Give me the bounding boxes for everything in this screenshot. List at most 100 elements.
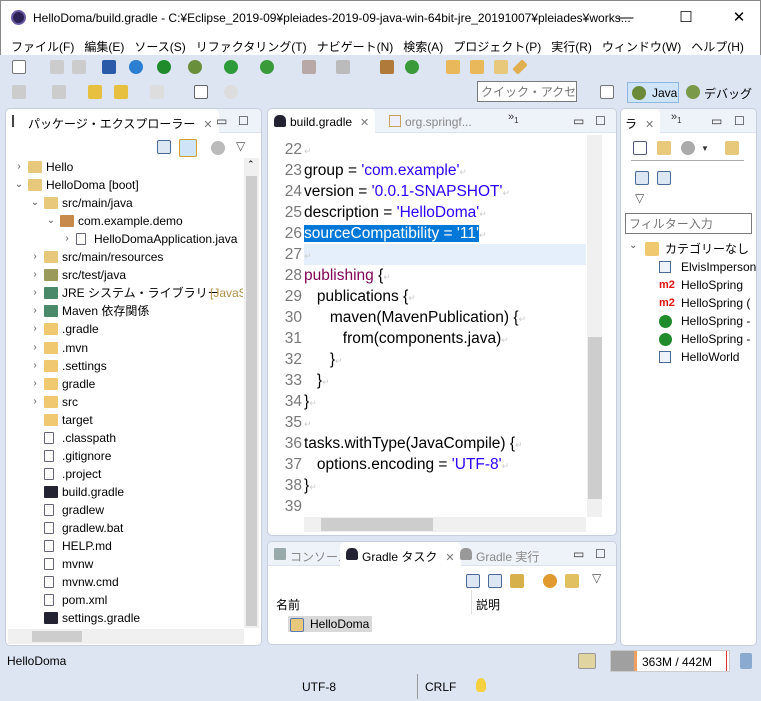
category-label[interactable]: カテゴリーなし [665, 240, 749, 257]
save-all-icon[interactable] [72, 60, 86, 74]
menu-source[interactable]: ソース(S) [134, 34, 185, 55]
chevron-right-icon[interactable]: › [30, 284, 40, 302]
close-icon[interactable]: ✕ [645, 119, 654, 131]
scroll-up-icon[interactable]: ⌃ [247, 159, 255, 170]
new-folder-icon[interactable] [725, 141, 739, 155]
quick-access-input[interactable] [477, 81, 577, 102]
chevron-down-icon[interactable]: ⌄ [46, 212, 56, 230]
minimize-icon[interactable]: ▭ [216, 114, 227, 128]
menu-project[interactable]: プロジェクト(P) [453, 34, 541, 55]
filter-tasks-icon[interactable] [510, 574, 524, 588]
chevron-right-icon[interactable]: › [30, 357, 40, 375]
chevron-right-icon[interactable]: › [30, 266, 40, 284]
run-disabled-icon[interactable] [681, 141, 695, 155]
tip-lightbulb-icon[interactable] [476, 678, 486, 692]
menu-help[interactable]: ヘルプ(H) [691, 34, 744, 55]
view-menu-icon[interactable]: ▽ [635, 191, 644, 205]
tab-org-springf[interactable]: org.springf... [383, 109, 478, 133]
open-resource-icon[interactable] [470, 60, 484, 74]
maximize-icon[interactable]: ☐ [595, 547, 606, 561]
stop-icon[interactable] [302, 60, 316, 74]
expand-all-icon[interactable] [657, 171, 671, 185]
save-icon[interactable] [50, 60, 64, 74]
back-icon[interactable] [114, 85, 128, 99]
column-header-description[interactable]: 説明 [476, 596, 500, 613]
chevron-right-icon[interactable]: › [14, 158, 24, 176]
close-icon[interactable]: ✕ [203, 119, 212, 131]
status-line-delimiter[interactable]: CRLF [425, 680, 456, 694]
chevron-right-icon[interactable]: › [30, 375, 40, 393]
run-icon[interactable] [224, 60, 238, 74]
close-icon[interactable]: ✕ [360, 117, 369, 129]
maximize-icon[interactable]: ☐ [734, 114, 745, 128]
focus-icon[interactable] [211, 141, 225, 155]
debug-icon[interactable] [188, 60, 202, 74]
menu-search[interactable]: 検索(A) [403, 34, 443, 55]
forward-icon[interactable] [150, 85, 164, 99]
garbage-collect-icon[interactable] [740, 653, 752, 669]
close-button[interactable]: ✕ [719, 7, 759, 29]
sync-icon[interactable] [224, 85, 238, 99]
chevron-right-icon[interactable]: › [30, 320, 40, 338]
editor-horizontal-scrollbar[interactable] [304, 517, 586, 532]
run-external-icon[interactable] [260, 60, 274, 74]
view-menu-icon[interactable]: ▽ [592, 571, 601, 585]
open-folder-icon[interactable] [657, 141, 671, 155]
more-tabs-button[interactable]: »1 [671, 111, 682, 125]
settings-gear-icon[interactable] [129, 60, 143, 74]
maximize-icon[interactable]: ☐ [238, 114, 249, 128]
menu-refactor[interactable]: リファクタリング(T) [196, 34, 307, 55]
menu-run[interactable]: 実行(R) [551, 34, 592, 55]
minimize-icon[interactable]: ▭ [573, 114, 584, 128]
chevron-down-icon[interactable]: ⌄ [629, 240, 637, 251]
maximize-button[interactable]: ☐ [666, 7, 706, 29]
tree-horizontal-scrollbar[interactable] [8, 629, 244, 644]
editor-vertical-scrollbar[interactable] [587, 135, 602, 517]
minimize-button[interactable]: — [606, 7, 646, 29]
minimize-icon[interactable]: ▭ [711, 114, 722, 128]
menu-navigate[interactable]: ナビゲート(N) [317, 34, 394, 55]
more-tabs-button[interactable]: »1 [508, 111, 519, 125]
tab-build-gradle[interactable]: build.gradle ✕ [268, 109, 376, 133]
open-perspective-icon[interactable] [600, 85, 614, 99]
chevron-right-icon[interactable]: › [30, 339, 40, 357]
open-editor-icon[interactable] [194, 85, 208, 99]
tab-gradle-executions[interactable]: Gradle 実行 [454, 542, 545, 566]
last-edit-icon[interactable] [88, 85, 102, 99]
new-class-icon[interactable] [405, 60, 419, 74]
new-launch-config-icon[interactable] [633, 141, 647, 155]
new-package-icon[interactable] [380, 60, 394, 74]
collapse-all-icon[interactable] [157, 140, 171, 154]
refresh-icon[interactable] [543, 574, 557, 588]
tab-package-explorer[interactable]: パッケージ・エクスプローラー ✕ [6, 109, 219, 133]
maximize-icon[interactable]: ☐ [595, 114, 606, 128]
background-tasks-icon[interactable] [578, 653, 596, 669]
new-icon[interactable] [12, 60, 26, 74]
tab-launch[interactable]: ラ ✕ [621, 109, 661, 133]
prev-annotation-icon[interactable] [52, 85, 66, 99]
chevron-right-icon[interactable]: › [30, 302, 40, 320]
collapse-all-icon[interactable] [488, 574, 502, 588]
menu-window[interactable]: ウィンドウ(W) [602, 34, 681, 55]
heap-status[interactable]: 363M / 442M [610, 650, 730, 672]
tab-gradle-tasks[interactable]: Gradle タスク ✕ [340, 542, 461, 566]
chevron-right-icon[interactable]: › [30, 393, 40, 411]
filter-input[interactable] [625, 213, 752, 234]
spring-boot-icon[interactable] [157, 60, 171, 74]
step-icon[interactable] [336, 60, 350, 74]
chevron-down-icon[interactable]: ⌄ [14, 176, 24, 194]
status-encoding[interactable]: UTF-8 [302, 680, 336, 694]
link-selection-icon[interactable] [565, 574, 579, 588]
menu-edit[interactable]: 編集(E) [84, 34, 124, 55]
edit-icon[interactable] [512, 59, 528, 75]
column-header-name[interactable]: 名前 [276, 596, 300, 613]
tree-vertical-scrollbar[interactable]: ⌃ [244, 158, 259, 628]
collapse-all-icon[interactable] [635, 171, 649, 185]
open-task-icon[interactable] [494, 60, 508, 74]
expand-all-icon[interactable] [466, 574, 480, 588]
minimize-icon[interactable]: ▭ [573, 547, 584, 561]
next-annotation-icon[interactable] [12, 85, 26, 99]
open-type-icon[interactable] [446, 60, 460, 74]
code-area[interactable]: 22 ↵ 23 group = 'com.example'↵ 24 version = '… [268, 135, 586, 517]
terminal-icon[interactable] [102, 60, 116, 74]
